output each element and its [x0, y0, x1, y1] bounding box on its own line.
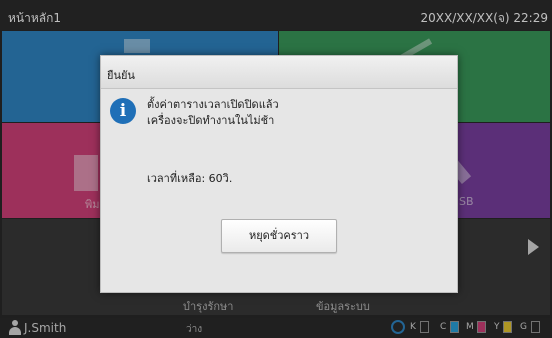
dialog-message-line2: เครื่องจะปิดทำงานในไม่ช้า	[147, 114, 275, 127]
dialog-message-line1: ตั้งค่าตารางเวลาเปิดปิดแล้ว	[147, 98, 279, 111]
home-screen: หน้าหลัก1 20XX/XX/XX(จ) 22:29 พิม SB บำร…	[0, 0, 552, 338]
dialog-title: ยืนยัน	[107, 69, 135, 82]
dialog-header: ยืนยัน	[101, 56, 457, 89]
remaining-time: เวลาที่เหลือ: 60วิ.	[147, 172, 233, 185]
info-icon: i	[110, 98, 136, 124]
dialog-message: ตั้งค่าตารางเวลาเปิดปิดแล้ว เครื่องจะปิด…	[147, 97, 447, 129]
confirm-dialog: ยืนยัน i ตั้งค่าตารางเวลาเปิดปิดแล้ว เคร…	[100, 55, 458, 293]
pause-button[interactable]: หยุดชั่วคราว	[221, 219, 337, 253]
